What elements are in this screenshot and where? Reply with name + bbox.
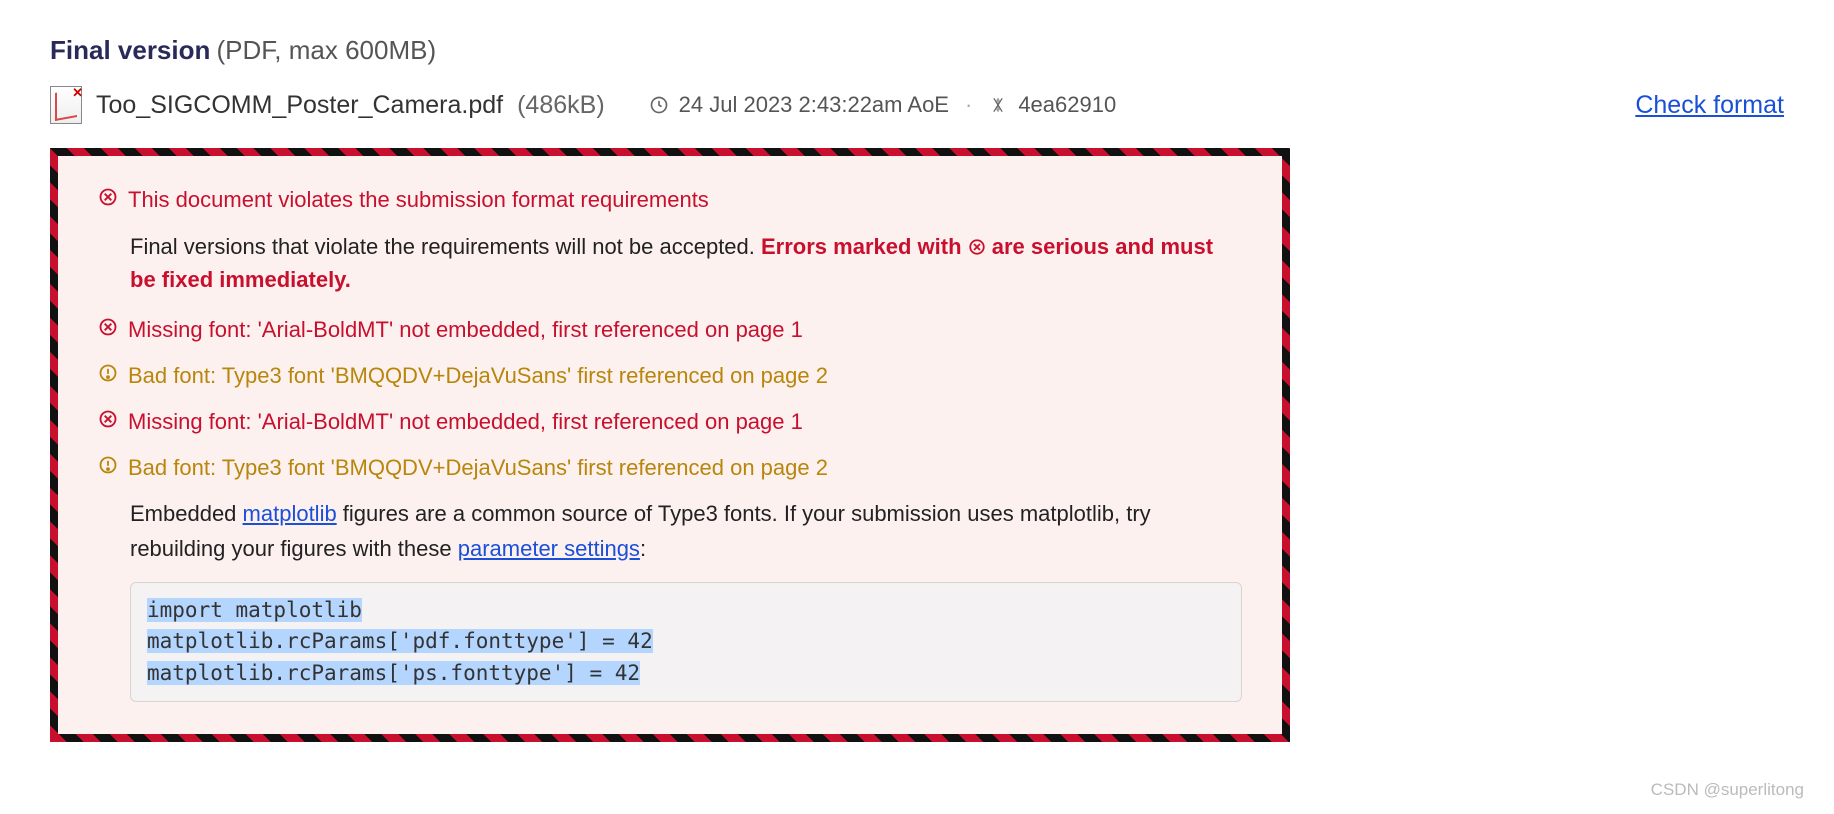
- issue-text: Bad font: Type3 font 'BMQQDV+DejaVuSans'…: [128, 360, 1242, 392]
- error-item: Missing font: 'Arial-BoldMT' not embedde…: [98, 314, 1242, 346]
- error-item: Missing font: 'Arial-BoldMT' not embedde…: [98, 406, 1242, 438]
- error-subtext: Final versions that violate the requirem…: [130, 230, 1242, 296]
- error-icon: [98, 409, 118, 429]
- format-error-panel: This document violates the submission fo…: [50, 148, 1290, 742]
- upload-timestamp: 24 Jul 2023 2:43:22am AoE: [679, 92, 949, 118]
- file-name[interactable]: Too_SIGCOMM_Poster_Camera.pdf: [96, 91, 503, 120]
- warning-icon: [98, 455, 118, 475]
- code-snippet[interactable]: import matplotlib matplotlib.rcParams['p…: [130, 582, 1242, 703]
- error-icon: [98, 317, 118, 337]
- parameter-settings-link[interactable]: parameter settings: [458, 536, 640, 561]
- hash-icon: [988, 95, 1008, 115]
- file-info-row: ✕ Too_SIGCOMM_Poster_Camera.pdf (486kB) …: [50, 86, 1784, 124]
- matplotlib-hint: Embedded matplotlib figures are a common…: [130, 497, 1242, 565]
- file-size: (486kB): [517, 91, 605, 120]
- watermark: CSDN @superlitong: [1651, 780, 1804, 800]
- check-format-link[interactable]: Check format: [1635, 91, 1784, 120]
- clock-icon: [649, 95, 669, 115]
- matplotlib-link[interactable]: matplotlib: [243, 501, 337, 526]
- error-icon-inline: [968, 238, 986, 256]
- pdf-icon: ✕: [50, 86, 82, 124]
- error-main-title: This document violates the submission fo…: [128, 184, 1242, 216]
- issue-text: Missing font: 'Arial-BoldMT' not embedde…: [128, 406, 1242, 438]
- warning-item: Bad font: Type3 font 'BMQQDV+DejaVuSans'…: [98, 360, 1242, 392]
- warning-icon: [98, 363, 118, 383]
- section-title: Final version: [50, 35, 210, 65]
- separator-dot: ·: [965, 92, 972, 118]
- error-icon: [98, 187, 118, 207]
- issue-text: Missing font: 'Arial-BoldMT' not embedde…: [128, 314, 1242, 346]
- issue-text: Bad font: Type3 font 'BMQQDV+DejaVuSans'…: [128, 452, 1242, 484]
- warning-item: Bad font: Type3 font 'BMQQDV+DejaVuSans'…: [98, 452, 1242, 484]
- file-hash: 4ea62910: [1018, 92, 1116, 118]
- section-subtitle: (PDF, max 600MB): [217, 35, 437, 65]
